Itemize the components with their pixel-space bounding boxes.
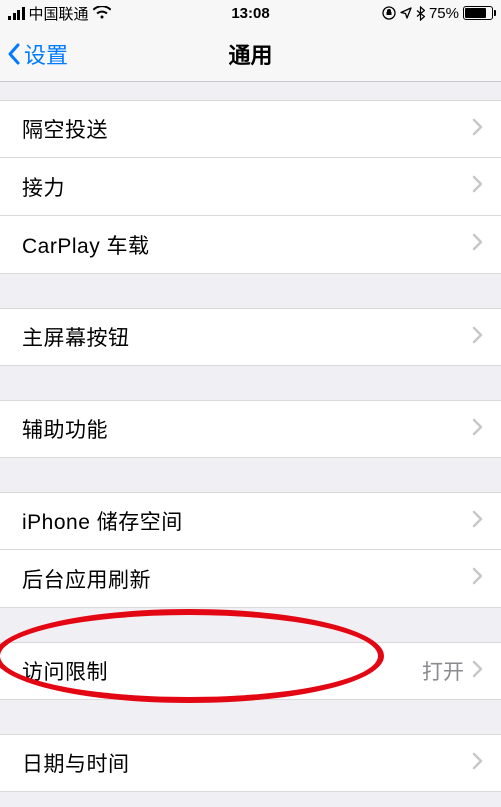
wifi-icon — [93, 6, 111, 20]
row-background-refresh[interactable]: 后台应用刷新 — [0, 550, 501, 608]
page-title: 通用 — [228, 38, 272, 70]
row-label: 主屏幕按钮 — [22, 322, 472, 352]
row-carplay[interactable]: CarPlay 车载 — [0, 216, 501, 274]
row-label: 访问限制 — [22, 656, 422, 686]
chevron-right-icon — [472, 175, 483, 198]
rotation-lock-icon — [382, 6, 396, 20]
location-icon — [400, 7, 412, 19]
row-value: 打开 — [422, 656, 464, 686]
chevron-right-icon — [472, 418, 483, 441]
row-date-time[interactable]: 日期与时间 — [0, 734, 501, 792]
chevron-right-icon — [472, 752, 483, 775]
row-label: 隔空投送 — [22, 114, 472, 144]
battery-pct-label: 75% — [429, 5, 459, 22]
status-right: 75% — [382, 5, 493, 22]
back-label: 设置 — [24, 38, 68, 70]
signal-icon — [8, 7, 25, 20]
row-label: 辅助功能 — [22, 414, 472, 444]
chevron-right-icon — [472, 233, 483, 256]
row-accessibility[interactable]: 辅助功能 — [0, 400, 501, 458]
row-airdrop[interactable]: 隔空投送 — [0, 100, 501, 158]
row-label: 日期与时间 — [22, 748, 472, 778]
row-iphone-storage[interactable]: iPhone 储存空间 — [0, 492, 501, 550]
row-restrictions[interactable]: 访问限制 打开 — [0, 642, 501, 700]
row-handoff[interactable]: 接力 — [0, 158, 501, 216]
back-button[interactable]: 设置 — [0, 38, 68, 70]
chevron-right-icon — [472, 567, 483, 590]
chevron-right-icon — [472, 118, 483, 141]
battery-icon — [463, 6, 493, 20]
status-time: 13:08 — [231, 5, 269, 22]
nav-bar: 设置 通用 — [0, 26, 501, 82]
row-label: iPhone 储存空间 — [22, 506, 472, 536]
chevron-right-icon — [472, 510, 483, 533]
chevron-left-icon — [6, 42, 22, 66]
row-label: CarPlay 车载 — [22, 230, 472, 260]
row-label: 接力 — [22, 172, 472, 202]
status-bar: 中国联通 13:08 75% — [0, 0, 501, 26]
status-left: 中国联通 — [8, 3, 111, 24]
chevron-right-icon — [472, 326, 483, 349]
row-home-button[interactable]: 主屏幕按钮 — [0, 308, 501, 366]
row-label: 后台应用刷新 — [22, 564, 472, 594]
bluetooth-icon — [416, 6, 425, 21]
settings-list: 隔空投送 接力 CarPlay 车载 主屏幕按钮 辅助功能 iPhone 储存空… — [0, 82, 501, 792]
carrier-label: 中国联通 — [29, 3, 89, 24]
chevron-right-icon — [472, 660, 483, 683]
